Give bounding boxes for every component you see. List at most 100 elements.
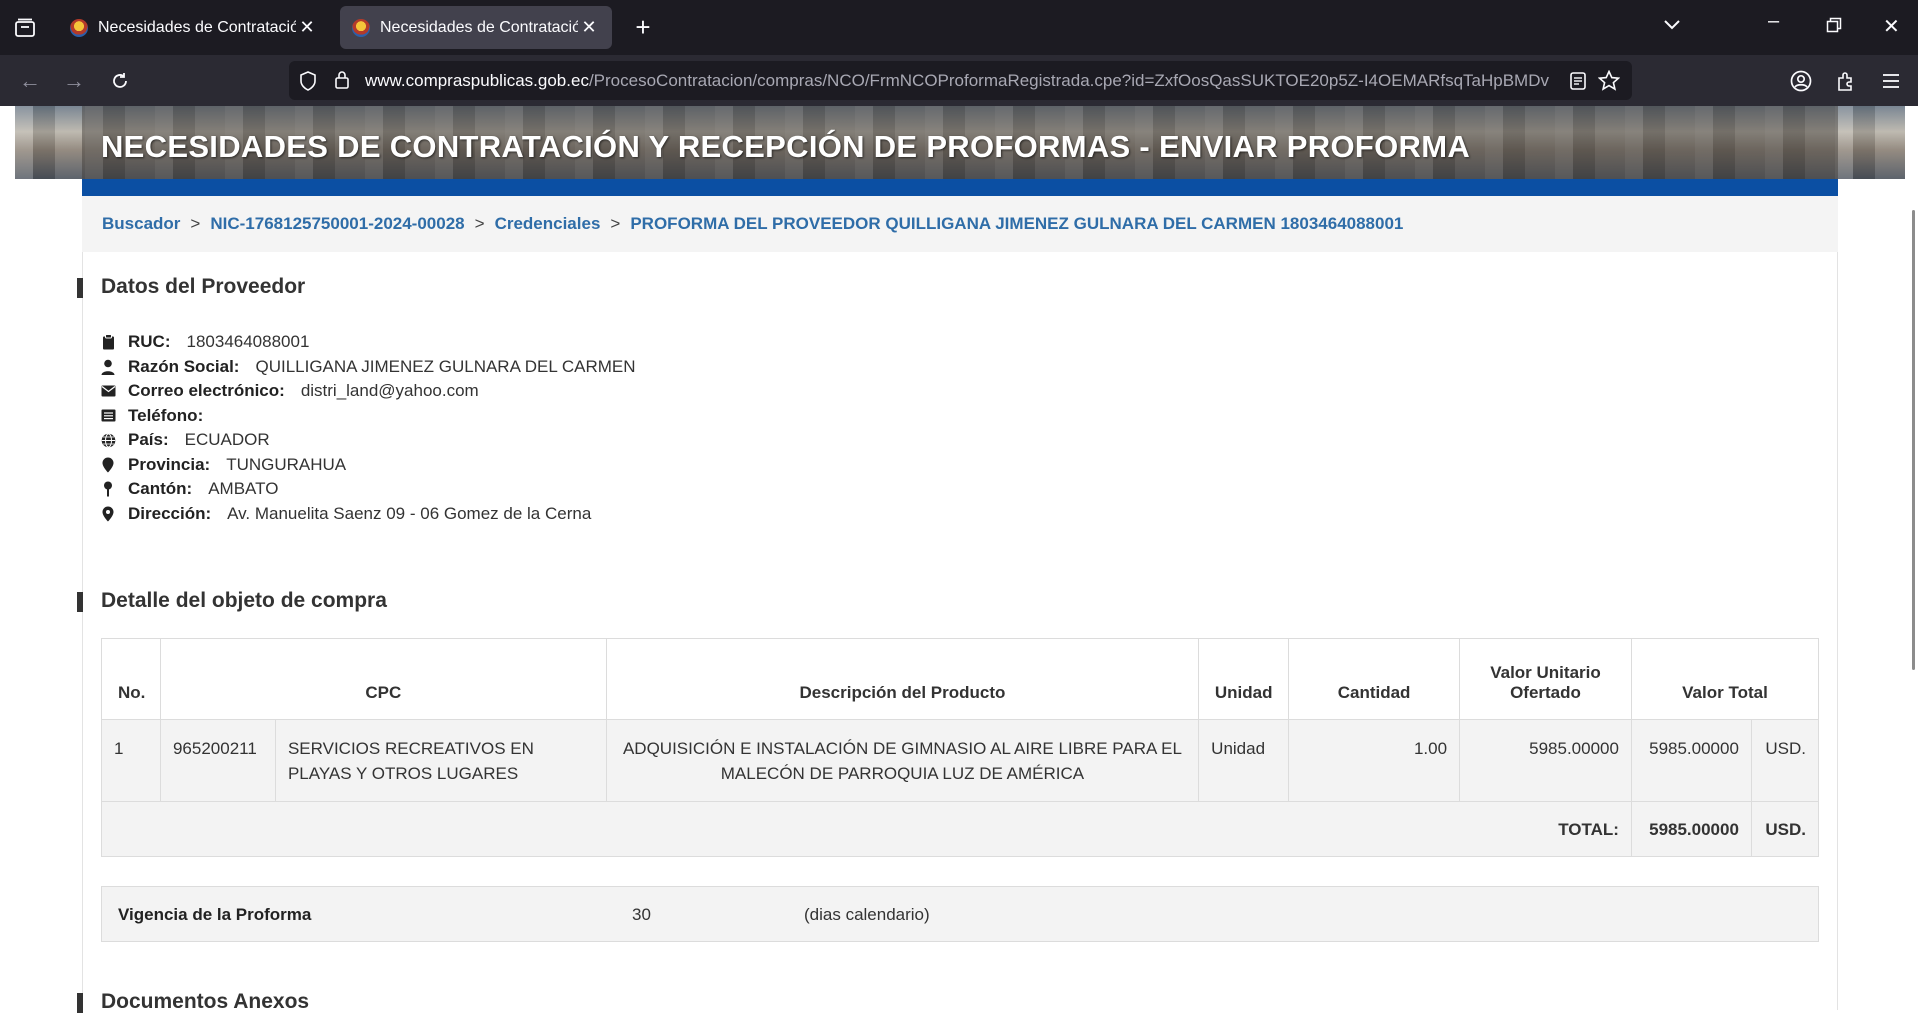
col-header-valor-unitario: Valor Unitario Ofertado xyxy=(1459,638,1632,720)
cell-valor-total: 5985.00000 xyxy=(1630,719,1752,802)
section-title-detail: Detalle del objeto de compra xyxy=(77,589,387,613)
lock-icon[interactable] xyxy=(334,70,350,95)
map-marker-icon xyxy=(100,457,116,473)
breadcrumb-link-proforma[interactable]: PROFORMA DEL PROVEEDOR QUILLIGANA JIMENE… xyxy=(630,214,1403,234)
new-tab-icon[interactable]: + xyxy=(628,14,658,40)
breadcrumb-link-process[interactable]: NIC-1768125750001-2024-00028 xyxy=(210,214,464,234)
total-currency: USD. xyxy=(1750,801,1820,857)
breadcrumb-link-credenciales[interactable]: Credenciales xyxy=(495,214,601,234)
url-host: www.compraspublicas.gob.ec xyxy=(365,71,589,90)
browser-tab-bar: Necesidades de Contratación y ✕ Necesida… xyxy=(0,0,1918,55)
provincia-label: Provincia: xyxy=(128,454,211,474)
restore-window-icon[interactable] xyxy=(1826,16,1842,39)
forward-arrow-icon[interactable]: → xyxy=(60,67,88,95)
breadcrumb: Buscador > NIC-1768125750001-2024-00028 … xyxy=(82,196,1838,252)
header-divider xyxy=(82,179,1838,196)
provider-canton: Cantón: AMBATO xyxy=(100,477,636,502)
address-bar[interactable]: www.compraspublicas.gob.ec/ProcesoContra… xyxy=(289,61,1632,100)
total-value: 5985.00000 xyxy=(1630,801,1752,857)
provincia-value: TUNGURAHUA xyxy=(226,454,347,474)
app-menu-icon[interactable] xyxy=(1877,67,1905,95)
table-total-row: TOTAL: 5985.00000 USD. xyxy=(101,801,1820,857)
close-tab-icon[interactable]: ✕ xyxy=(296,17,318,38)
col-header-cpc: CPC xyxy=(159,638,607,720)
cell-moneda: USD. xyxy=(1750,719,1820,802)
cell-unidad: Unidad xyxy=(1198,719,1290,802)
cell-cpc-code: 965200211 xyxy=(159,719,276,802)
telefono-label: Teléfono: xyxy=(128,405,204,425)
globe-icon xyxy=(100,432,116,448)
provider-ruc: RUC: 1803464088001 xyxy=(100,330,636,355)
url-path: /ProcesoContratacion/compras/NCO/FrmNCOP… xyxy=(588,71,1550,90)
ruc-label: RUC: xyxy=(128,332,171,352)
col-header-descripcion: Descripción del Producto xyxy=(605,638,1200,720)
site-favicon-icon xyxy=(70,18,88,37)
browser-tab[interactable]: Necesidades de Contratación y ✕ xyxy=(58,6,330,49)
razon-social-label: Razón Social: xyxy=(128,356,240,376)
col-header-cantidad: Cantidad xyxy=(1288,638,1461,720)
canton-value: AMBATO xyxy=(208,479,279,499)
extensions-icon[interactable] xyxy=(1832,67,1860,95)
tab-title: Necesidades de Contratación y xyxy=(98,18,296,36)
tab-title: Necesidades de Contratación y xyxy=(380,18,578,36)
reader-view-icon[interactable] xyxy=(1569,71,1587,96)
proforma-validity-box: Vigencia de la Proforma 30 (dias calenda… xyxy=(101,886,1819,942)
browser-nav-bar: ← → www.compraspublicas.gob.ec/ProcesoCo… xyxy=(0,55,1918,106)
total-label: TOTAL: xyxy=(101,801,1632,857)
list-all-tabs-icon[interactable] xyxy=(1663,14,1681,37)
purchase-detail-table: No. CPC Descripción del Producto Unidad … xyxy=(101,638,1820,857)
col-header-no: No. xyxy=(101,638,161,720)
canton-label: Cantón: xyxy=(128,479,193,499)
section-title-provider: Datos del Proveedor xyxy=(77,275,305,299)
section-title-anexos: Documentos Anexos xyxy=(77,990,309,1014)
tracking-shield-icon[interactable] xyxy=(299,71,317,96)
page-title: NECESIDADES DE CONTRATACIÓN Y RECEPCIÓN … xyxy=(101,129,1471,164)
user-icon xyxy=(100,359,116,375)
page-scrollbar[interactable] xyxy=(1912,210,1915,670)
cell-cpc-description: SERVICIOS RECREATIVOS EN PLAYAS Y OTROS … xyxy=(274,719,607,802)
phone-list-icon xyxy=(100,408,116,424)
pais-label: País: xyxy=(128,430,169,450)
breadcrumb-separator: > xyxy=(474,214,485,233)
vigencia-value: 30 xyxy=(632,905,651,924)
breadcrumb-link-buscador[interactable]: Buscador xyxy=(102,214,180,234)
email-value: distri_land@yahoo.com xyxy=(300,381,479,401)
direccion-label: Dirección: xyxy=(128,503,212,523)
close-window-icon[interactable]: ✕ xyxy=(1883,14,1900,39)
reload-icon[interactable] xyxy=(106,67,134,95)
breadcrumb-separator: > xyxy=(610,214,621,233)
cell-cantidad: 1.00 xyxy=(1288,719,1461,802)
provider-pais: País: ECUADOR xyxy=(100,428,636,453)
location-marker-icon xyxy=(100,506,116,522)
direccion-value: Av. Manuelita Saenz 09 - 06 Gomez de la … xyxy=(227,503,592,523)
back-arrow-icon[interactable]: ← xyxy=(16,67,44,95)
provider-razon-social: Razón Social: QUILLIGANA JIMENEZ GULNARA… xyxy=(100,355,636,380)
tab-list-icon[interactable] xyxy=(10,14,40,42)
cell-product-description: ADQUISICIÓN E INSTALACIÓN DE GIMNASIO AL… xyxy=(605,719,1200,802)
clipboard-icon xyxy=(100,334,116,350)
provider-telefono: Teléfono: xyxy=(100,404,636,429)
bookmark-star-icon[interactable] xyxy=(1597,69,1621,96)
table-header-row: No. CPC Descripción del Producto Unidad … xyxy=(101,638,1820,720)
account-icon[interactable] xyxy=(1787,67,1815,95)
envelope-icon xyxy=(100,383,116,399)
ruc-value: 1803464088001 xyxy=(186,332,310,352)
minimize-window-icon[interactable]: – xyxy=(1768,10,1779,33)
provider-email: Correo electrónico: distri_land@yahoo.co… xyxy=(100,379,636,404)
cell-valor-unitario: 5985.00000 xyxy=(1459,719,1632,802)
email-label: Correo electrónico: xyxy=(128,381,285,401)
cell-no: 1 xyxy=(101,719,161,802)
pin-icon xyxy=(100,481,116,497)
col-header-unidad: Unidad xyxy=(1198,638,1290,720)
provider-provincia: Provincia: TUNGURAHUA xyxy=(100,453,636,478)
browser-tab-active[interactable]: Necesidades de Contratación y ✕ xyxy=(340,6,612,49)
site-favicon-icon xyxy=(352,18,370,37)
breadcrumb-separator: > xyxy=(190,214,201,233)
close-tab-icon[interactable]: ✕ xyxy=(578,17,600,38)
pais-value: ECUADOR xyxy=(184,430,270,450)
provider-details: RUC: 1803464088001 Razón Social: QUILLIG… xyxy=(100,330,636,526)
url-text[interactable]: www.compraspublicas.gob.ec/ProcesoContra… xyxy=(365,71,1550,91)
vigencia-unit: (dias calendario) xyxy=(804,905,930,924)
col-header-valor-total: Valor Total xyxy=(1630,638,1820,720)
provider-direccion: Dirección: Av. Manuelita Saenz 09 - 06 G… xyxy=(100,502,636,527)
